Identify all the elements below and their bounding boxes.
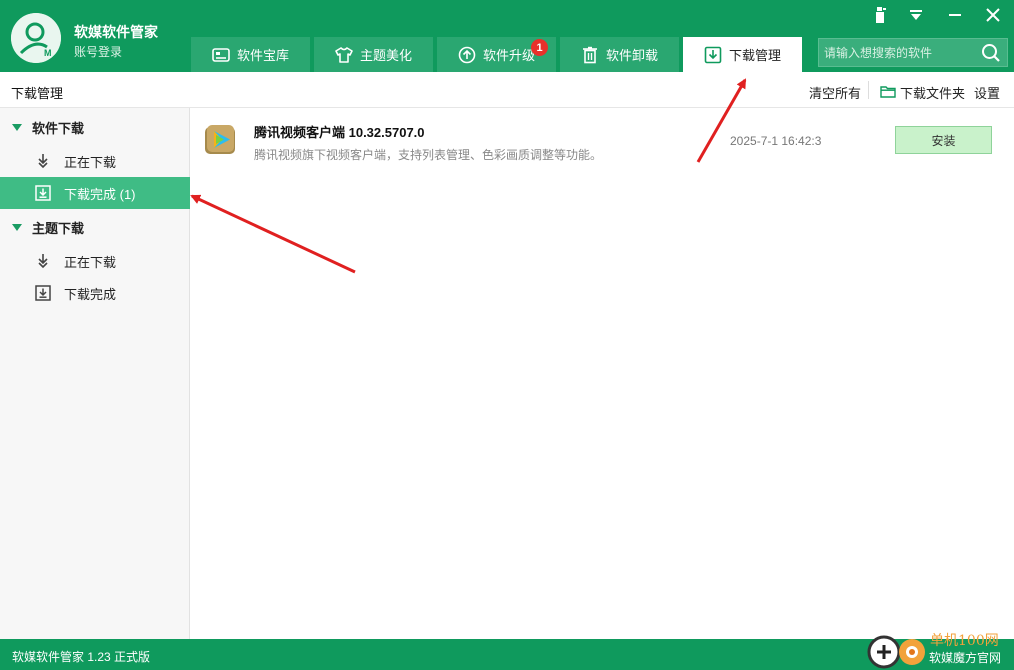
toolbar: 下载管理 清空所有 下载文件夹 设置 (0, 72, 1014, 108)
tencent-video-app-icon (204, 123, 237, 156)
download-item: 腾讯视频客户端 10.32.5707.0 腾讯视频旗下视频客户端，支持列表管理、… (191, 108, 1014, 172)
download-folder-label: 下载文件夹 (900, 86, 966, 101)
download-folder-button[interactable]: 下载文件夹 (880, 83, 965, 102)
expand-triangle-icon (12, 223, 22, 231)
watermark-logo-icon (866, 630, 928, 670)
tab-label: 主题美化 (359, 48, 412, 63)
group-software-download[interactable]: 软件下载 (0, 110, 190, 144)
install-button[interactable]: 安装 (895, 126, 992, 154)
sidebar-item-label: 正在下载 (64, 254, 117, 270)
update-count-badge: 1 (531, 39, 548, 56)
sidebar-item-theme-completed[interactable]: 下载完成 (0, 277, 190, 309)
close-icon[interactable] (981, 4, 1005, 26)
user-avatar-icon[interactable]: M (11, 13, 61, 63)
tab-label: 软件升级 (482, 48, 535, 63)
sidebar-item-label: 正在下载 (64, 154, 117, 170)
status-bar: 软媒软件管家 1.23 正式版 (0, 639, 1014, 670)
tab-download-manager[interactable]: 下载管理 (683, 37, 802, 72)
skin-icon[interactable] (868, 4, 892, 26)
title-bar: M 软媒软件管家 账号登录 软件宝库 主题美化 软件升级 1 软件卸载 下载管理… (0, 0, 1014, 72)
download-item-name: 腾讯视频客户端 10.32.5707.0 (254, 125, 425, 140)
tab-label: 软件卸载 (605, 48, 658, 63)
sidebar-item-label: 下载完成 (64, 286, 117, 302)
tab-label: 软件宝库 (236, 48, 289, 63)
library-icon (212, 46, 230, 64)
sidebar-item-software-completed[interactable]: 下载完成 (1) (0, 177, 190, 209)
svg-text:M: M (44, 48, 52, 58)
folder-icon (880, 85, 896, 101)
clear-all-button[interactable]: 清空所有 (809, 83, 861, 102)
download-complete-icon (34, 284, 52, 302)
group-title: 主题下载 (32, 220, 85, 236)
tshirt-icon (335, 46, 353, 64)
search-box (818, 38, 1008, 67)
download-item-time: 2025-7-1 16:42:3 (730, 134, 822, 148)
tab-label: 下载管理 (728, 48, 781, 63)
download-arrow-icon (34, 152, 52, 170)
sidebar-item-software-downloading[interactable]: 正在下载 (0, 145, 190, 177)
download-complete-icon (34, 184, 52, 202)
trash-icon (581, 46, 599, 64)
settings-button[interactable]: 设置 (974, 83, 1000, 102)
download-list: 腾讯视频客户端 10.32.5707.0 腾讯视频旗下视频客户端，支持列表管理、… (191, 108, 1014, 639)
account-login-link[interactable]: 账号登录 (74, 43, 122, 60)
search-input[interactable] (819, 45, 979, 60)
watermark-subtitle: 软媒魔方官网 (929, 651, 1002, 665)
tab-software-library[interactable]: 软件宝库 (191, 37, 310, 72)
sidebar: 软件下载 正在下载 下载完成 (1) 主题下载 正在下载 下载完成 (0, 108, 190, 639)
sidebar-item-theme-downloading[interactable]: 正在下载 (0, 245, 190, 277)
tab-software-upgrade[interactable]: 软件升级 1 (437, 37, 556, 72)
toolbar-divider (868, 81, 869, 99)
page-title: 下载管理 (11, 86, 64, 101)
search-icon[interactable] (981, 43, 1001, 63)
tab-theme[interactable]: 主题美化 (314, 37, 433, 72)
app-name: 软媒软件管家 (74, 24, 158, 40)
group-theme-download[interactable]: 主题下载 (0, 210, 190, 244)
upgrade-arrow-icon (458, 46, 476, 64)
watermark-title: 单机100网 (930, 633, 999, 649)
sidebar-item-label: 下载完成 (1) (64, 186, 136, 202)
download-arrow-icon (34, 252, 52, 270)
tab-software-uninstall[interactable]: 软件卸载 (560, 37, 679, 72)
version-text: 软媒软件管家 1.23 正式版 (12, 650, 151, 664)
download-box-icon (704, 46, 722, 64)
download-item-description: 腾讯视频旗下视频客户端，支持列表管理、色彩画质调整等功能。 (254, 148, 603, 162)
expand-triangle-icon (12, 123, 22, 131)
minimize-icon[interactable] (943, 4, 967, 26)
menu-dropdown-icon[interactable] (904, 4, 928, 26)
group-title: 软件下载 (32, 120, 85, 136)
